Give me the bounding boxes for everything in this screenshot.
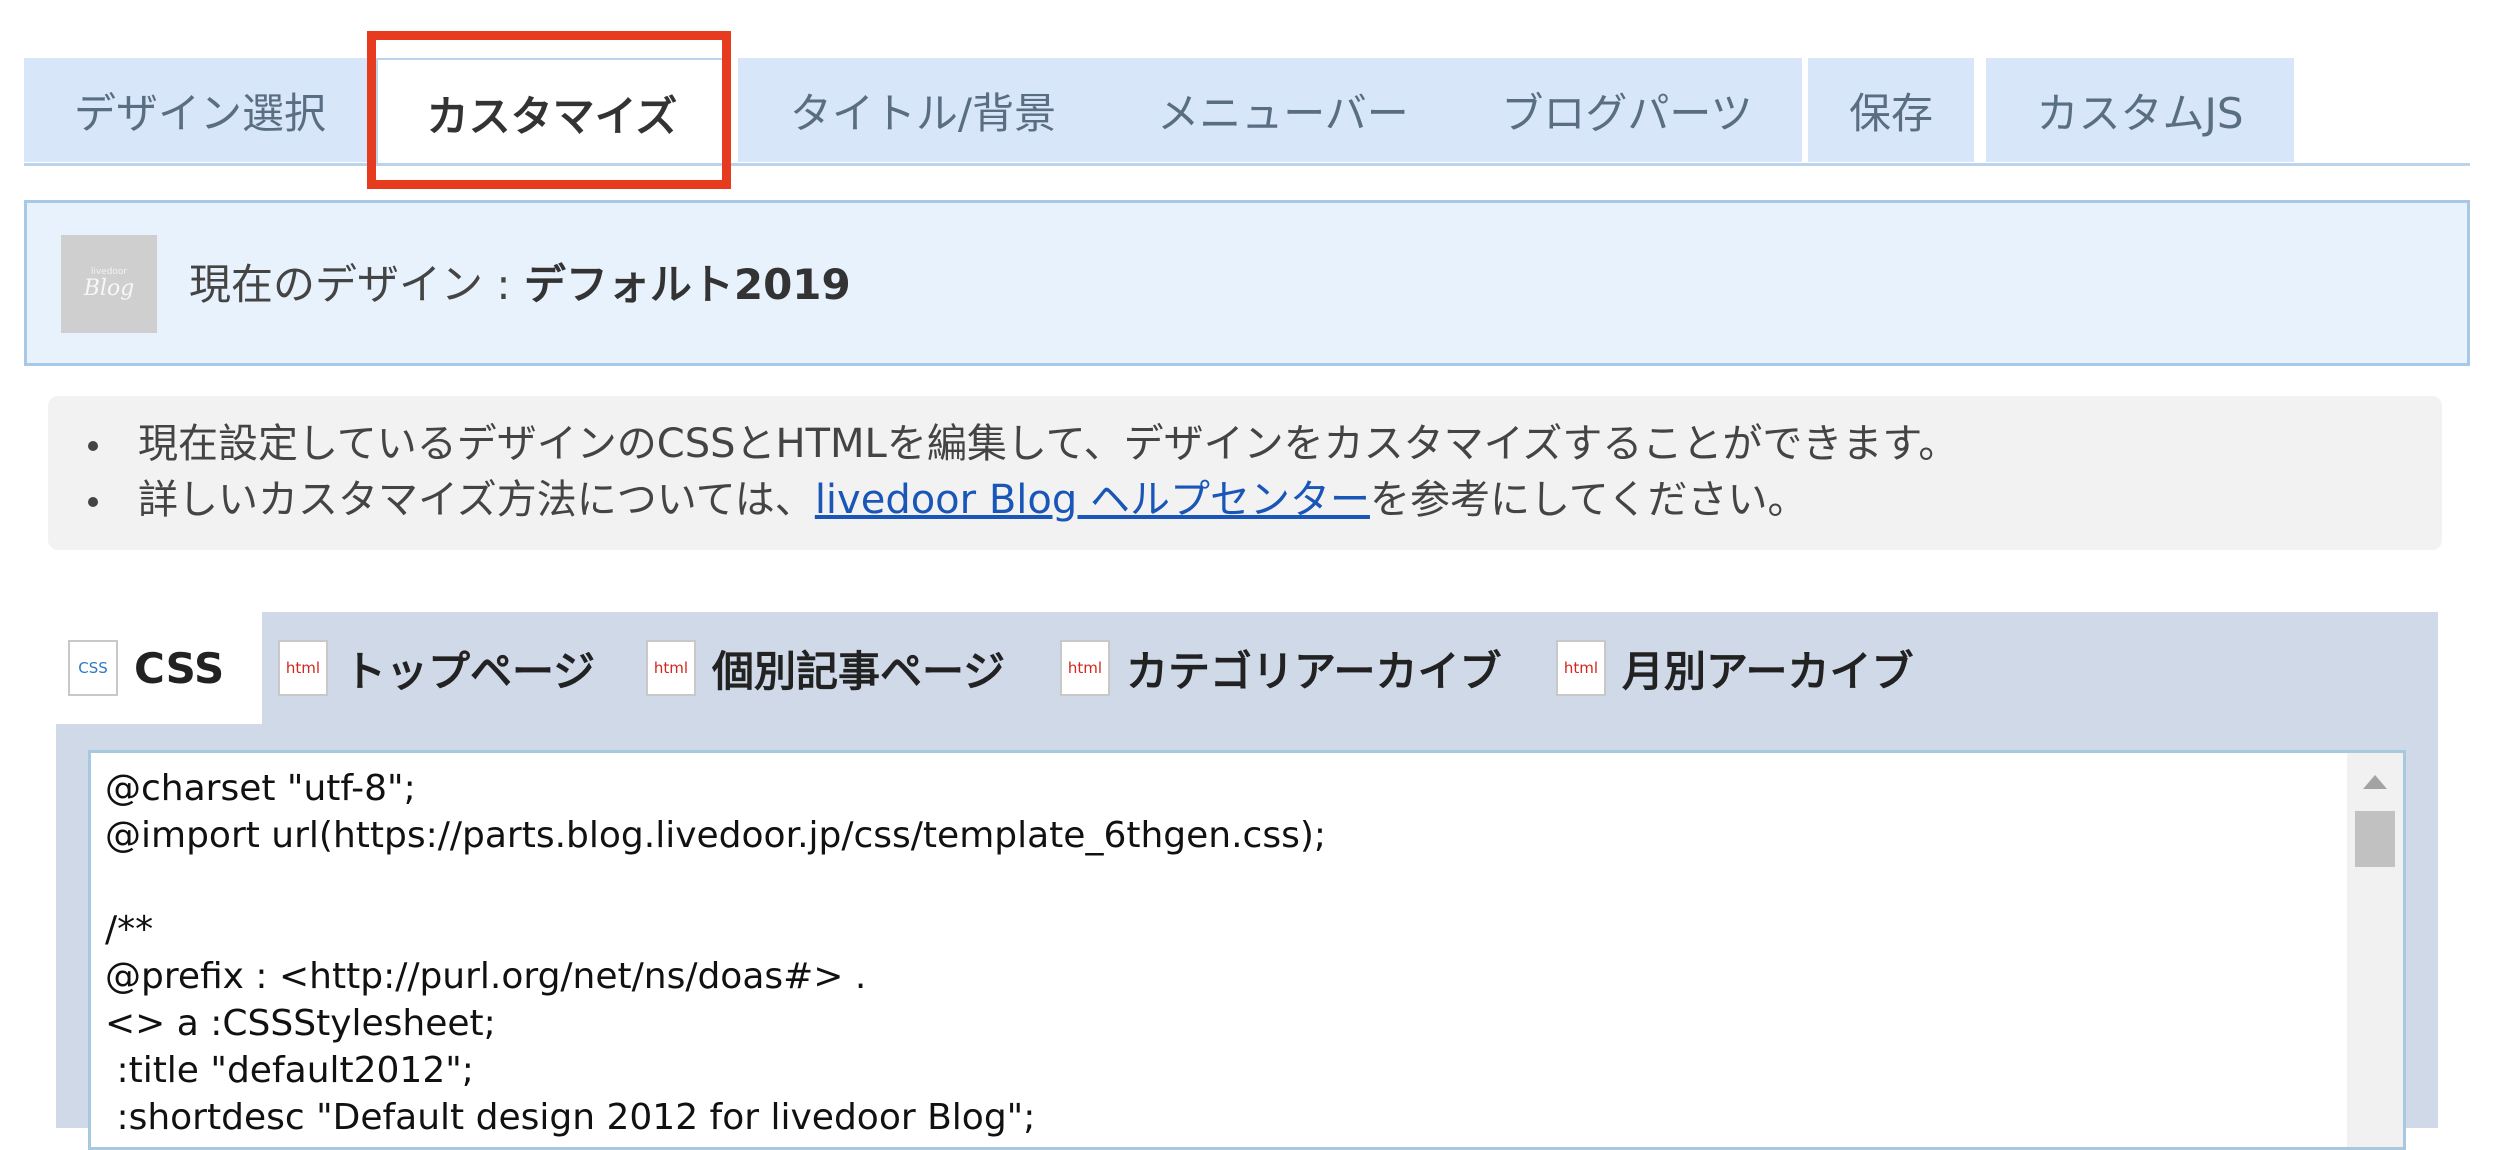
current-design-prefix: 現在のデザイン : xyxy=(189,260,524,309)
editor-tab-label: CSS xyxy=(134,643,225,693)
tab-bar-divider xyxy=(24,163,2470,166)
code-textarea[interactable]: @charset "utf-8"; @import url(https://par… xyxy=(88,750,2406,1150)
code-content[interactable]: @charset "utf-8"; @import url(https://par… xyxy=(105,765,1326,1141)
code-line: @prefix : <http://purl.org/net/ns/doas#>… xyxy=(105,956,867,997)
editor-tab-top-page[interactable]: html トップページ xyxy=(278,612,595,724)
code-line: @import url(https://parts.blog.livedoor.… xyxy=(105,815,1327,856)
html-file-icon: html xyxy=(278,640,328,696)
css-file-icon: CSS xyxy=(68,640,118,696)
notice-box: 現在設定しているデザインのCSSとHTMLを編集して、デザインをカスタマイズする… xyxy=(48,396,2442,550)
current-design-name: デフォルト2019 xyxy=(523,260,851,309)
notice-item-1: 現在設定しているデザインのCSSとHTMLを編集して、デザインをカスタマイズする… xyxy=(88,416,1958,472)
template-editor: CSS CSS html トップページ html 個別記事ページ html カテ… xyxy=(56,612,2438,1150)
tab-blog-parts[interactable]: ブログパーツ xyxy=(1452,58,1802,162)
code-line: :shortdesc "Default design 2012 for live… xyxy=(105,1097,1036,1138)
code-line: :title "default2012"; xyxy=(105,1050,474,1091)
editor-tab-label: カテゴリアーカイブ xyxy=(1126,646,1502,696)
scroll-thumb[interactable] xyxy=(2355,811,2395,867)
editor-tab-label: 個別記事ページ xyxy=(712,646,1006,696)
notice-list: 現在設定しているデザインのCSSとHTMLを編集して、デザインをカスタマイズする… xyxy=(88,416,1958,528)
thumbnail-text: Blog xyxy=(83,276,135,301)
current-design-label: 現在のデザイン : デフォルト2019 xyxy=(189,251,851,312)
code-line: @charset "utf-8"; xyxy=(105,768,416,809)
editor-tab-category-archive[interactable]: html カテゴリアーカイブ xyxy=(1060,612,1501,724)
editor-tab-css[interactable]: CSS CSS xyxy=(56,612,262,724)
tab-title-background[interactable]: タイトル/背景 xyxy=(738,58,1108,162)
editor-tab-bar: CSS CSS html トップページ html 個別記事ページ html カテ… xyxy=(56,612,2438,724)
help-center-link[interactable]: livedoor Blog ヘルプセンター xyxy=(815,477,1370,523)
tab-design-select[interactable]: デザイン選択 xyxy=(24,58,376,162)
tab-menubar[interactable]: メニューバー xyxy=(1102,58,1464,162)
design-thumbnail: livedoor Blog xyxy=(61,235,157,333)
tab-custom-js[interactable]: カスタムJS xyxy=(1986,58,2294,162)
current-design-panel: livedoor Blog 現在のデザイン : デフォルト2019 xyxy=(24,200,2470,366)
editor-tab-label: トップページ xyxy=(344,646,596,696)
editor-tab-monthly-archive[interactable]: html 月別アーカイブ xyxy=(1556,612,1913,724)
notice-text-2a: 詳しいカスタマイズ方法については、 xyxy=(138,477,815,523)
html-file-icon: html xyxy=(646,640,696,696)
editor-tab-label: 月別アーカイブ xyxy=(1622,646,1914,696)
scroll-up-arrow-icon[interactable] xyxy=(2363,775,2387,789)
notice-text-1: 現在設定しているデザインのCSSとHTMLを編集して、デザインをカスタマイズする… xyxy=(138,421,1959,467)
html-file-icon: html xyxy=(1060,640,1110,696)
code-scrollbar[interactable] xyxy=(2347,753,2403,1147)
design-tab-bar: デザイン選択 カスタマイズ タイトル/背景 メニューバー ブログパーツ 保存 カ… xyxy=(24,58,2470,166)
tab-save[interactable]: 保存 xyxy=(1808,58,1974,162)
tab-customize[interactable]: カスタマイズ xyxy=(376,58,728,166)
notice-text-2b: を参考にしてください。 xyxy=(1369,477,1808,523)
code-line: /** xyxy=(105,909,154,950)
html-file-icon: html xyxy=(1556,640,1606,696)
editor-tab-article-page[interactable]: html 個別記事ページ xyxy=(646,612,1005,724)
notice-item-2: 詳しいカスタマイズ方法については、livedoor Blog ヘルプセンターを参… xyxy=(88,472,1958,528)
code-line: <> a :CSSStylesheet; xyxy=(105,1003,496,1044)
